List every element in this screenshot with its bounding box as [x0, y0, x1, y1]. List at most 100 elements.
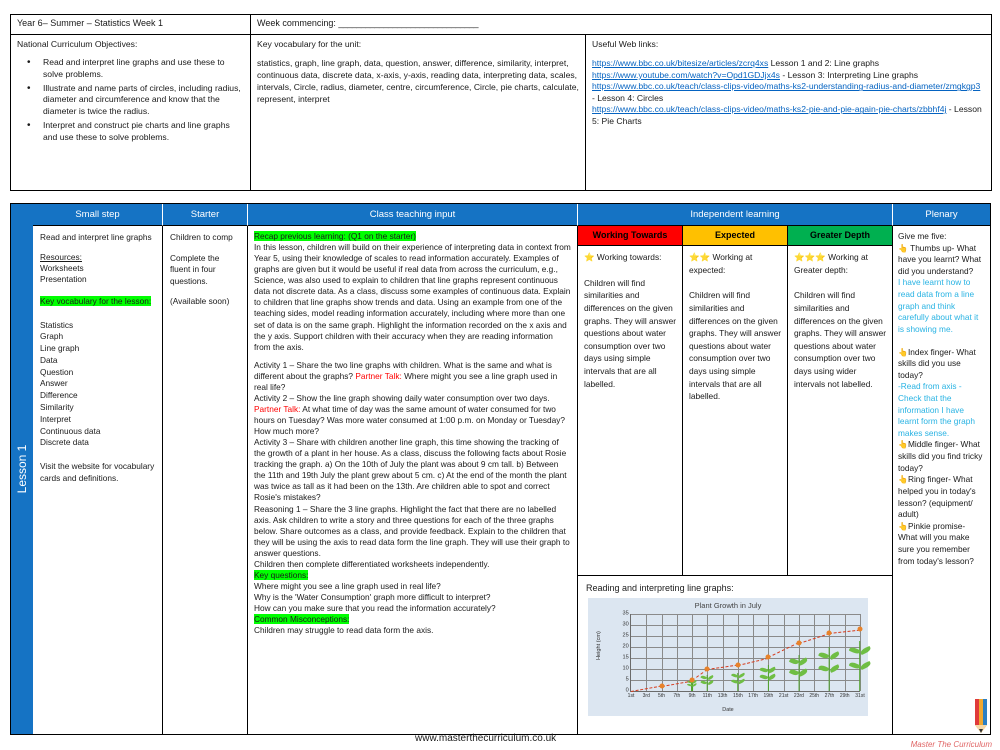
level-description: Children will find similarities and diff… [584, 277, 677, 389]
pencil-icon [975, 699, 987, 733]
web-link-row: https://www.bbc.co.uk/teach/class-clips-… [592, 104, 985, 127]
vocab-item: Similarity [40, 402, 74, 412]
column-header-class-teaching: Class teaching input [248, 204, 578, 226]
chart-data-point [689, 677, 695, 683]
chart-x-tick: 29th [839, 693, 850, 700]
lesson-vocab-heading-wrap: Key vocabulary for the lesson: [40, 295, 155, 307]
chart-gridline-vertical [646, 614, 648, 692]
chart-gridline-vertical [722, 614, 724, 692]
nc-objectives-cell: National Curriculum Objectives: Read and… [10, 33, 251, 191]
chart-gridline-vertical [661, 614, 663, 692]
chart-gridline-vertical [814, 614, 816, 692]
chart-title: Plant Growth in July [694, 601, 762, 611]
chart-y-tick: 15 [622, 654, 629, 661]
chart-gridline-horizontal [631, 625, 860, 627]
key-question: Where might you see a line graph used in… [254, 580, 441, 591]
independent-learning-cell: Working Towards Expected Greater Depth ⭐… [578, 226, 893, 734]
plenary-item-answer: I have learnt how to read data from a li… [898, 277, 979, 334]
level-lead-line: ⭐⭐ Working at expected: [689, 251, 781, 276]
column-header-plenary: Plenary [893, 204, 990, 226]
plenary-item-text: Middle finger- What skills did you find … [898, 439, 983, 473]
plenary-item-text: Ring finger- What helped you in today's … [898, 474, 976, 520]
worksheets-note: Children then complete differentiated wo… [254, 558, 490, 569]
unit-title-cell: Year 6– Summer – Statistics Week 1 [10, 14, 251, 35]
activity-2: Activity 2 – Show the line graph showing… [254, 393, 571, 437]
chart-gridline-horizontal [631, 636, 860, 638]
differentiation-cell-greater-depth: ⭐⭐⭐ Working at Greater depth: Children w… [788, 246, 892, 575]
chart-gridline-vertical [844, 614, 846, 692]
chart-x-tick: 1st [627, 693, 635, 700]
plenary-item-answer: -Read from axis -Check that the informat… [898, 381, 976, 438]
differentiation-bodies: ⭐ Working towards: Children will find si… [578, 246, 892, 576]
details-row: National Curriculum Objectives: Read and… [10, 33, 992, 191]
chart-data-point [796, 640, 802, 646]
recap-heading-wrap: Recap previous learning: (Q1 on the star… [254, 231, 571, 242]
plenary-item: 👆Pinkie promise- What will you make sure… [898, 521, 985, 567]
chart-x-tick: 27th [824, 693, 835, 700]
chart-data-point [857, 626, 863, 632]
chart-gridline-horizontal [631, 614, 860, 616]
vocab-item: Graph [40, 331, 64, 342]
hand-thumbs-up-icon: 👆 [898, 243, 908, 253]
hand-index-finger-icon: 👆 [898, 347, 908, 357]
star-icon: ⭐ [584, 252, 595, 262]
week-commencing-blank[interactable]: _______________________________ [338, 18, 478, 28]
differentiation-cell-working-towards: ⭐ Working towards: Children will find si… [578, 246, 683, 575]
unit-vocabulary-text: statistics, graph, line graph, data, que… [257, 58, 579, 104]
vocab-item: Line graph [40, 343, 80, 354]
resource-item: Worksheets [40, 263, 84, 274]
reasoning-1: Reasoning 1 – Share the 3 line graphs. H… [254, 503, 570, 558]
unit-vocabulary-cell: Key vocabulary for the unit: statistics,… [250, 33, 586, 191]
website-footer[interactable]: www.masterthecurriculum.co.uk [415, 733, 556, 744]
web-link-caption: Lesson 1 and 2: Line graphs [768, 58, 880, 69]
starter-line: Complete the fluent in four questions. [170, 252, 220, 286]
recap-body: In this lesson, children will build on t… [254, 242, 571, 352]
differentiation-header-expected: Expected [683, 226, 788, 246]
web-link[interactable]: https://www.bbc.co.uk/teach/class-clips-… [592, 104, 946, 114]
level-lead-text: Working towards: [596, 252, 662, 262]
small-step-title: Read and interpret line graphs [40, 232, 152, 242]
web-links-cell: Useful Web links: https://www.bbc.co.uk/… [585, 33, 992, 191]
partner-talk-label: Partner Talk: [254, 403, 301, 414]
differentiation-cell-expected: ⭐⭐ Working at expected: Children will fi… [683, 246, 788, 575]
plenary-item: 👆Index finger- What skills did you use t… [898, 347, 985, 382]
chart-gridline-vertical [753, 614, 755, 692]
lesson-vocabulary-list: Statistics Graph Line graph Data Questio… [40, 320, 155, 450]
graph-caption: Reading and interpreting line graphs: [586, 583, 734, 593]
grid-body: Read and interpret line graphs Resources… [33, 226, 990, 734]
web-link[interactable]: https://www.youtube.com/watch?v=Opd1GDJj… [592, 70, 780, 80]
lesson-plan-page: Year 6– Summer – Statistics Week 1 Week … [0, 0, 1000, 750]
chart-x-tick: 11th [702, 693, 713, 700]
column-header-starter: Starter [163, 204, 248, 226]
web-link[interactable]: https://www.bbc.co.uk/bitesize/articles/… [592, 58, 768, 68]
chart-x-tick: 5th [658, 693, 666, 700]
chart-x-tick: 25th [809, 693, 820, 700]
activity-2-post: At what time of day was the same amount … [254, 403, 565, 437]
plenary-item-text: Pinkie promise- What will you make sure … [898, 520, 974, 566]
web-link[interactable]: https://www.bbc.co.uk/teach/class-clips-… [592, 81, 980, 91]
plant-illustration [700, 674, 714, 692]
plenary-item-text: Thumbs up- What have you learnt? What di… [898, 242, 982, 276]
column-header-small-step: Small step [33, 204, 163, 226]
chart-x-tick: 13th [717, 693, 728, 700]
vocab-item: Question [40, 366, 74, 377]
web-links-heading: Useful Web links: [592, 38, 659, 49]
misconceptions-heading: Common Misconceptions: [254, 614, 350, 625]
column-headers: Small step Starter Class teaching input … [33, 204, 990, 226]
nc-objective-item: Interpret and construct pie charts and l… [27, 119, 244, 143]
hand-middle-finger-icon: 👆 [898, 440, 908, 450]
chart-data-point [704, 666, 710, 672]
website-note: Visit the website for vocabulary cards a… [40, 461, 155, 483]
vocab-item: Answer [40, 378, 68, 389]
chart-y-tick: 5 [625, 676, 629, 683]
lesson-planning-grid: Lesson 1 Small step Starter Class teachi… [10, 203, 991, 735]
chart-x-tick: 19th [763, 693, 774, 700]
key-questions-heading: Key questions: [254, 569, 309, 580]
plant-illustration [730, 672, 746, 692]
chart-x-tick: 15th [732, 693, 743, 700]
vocab-item: Discrete data [40, 437, 89, 448]
chart-data-point [659, 683, 665, 689]
chart-x-axis-label: Date [722, 706, 734, 713]
activity-3: Activity 3 – Share with children another… [254, 437, 567, 503]
column-header-independent: Independent learning [578, 204, 893, 226]
